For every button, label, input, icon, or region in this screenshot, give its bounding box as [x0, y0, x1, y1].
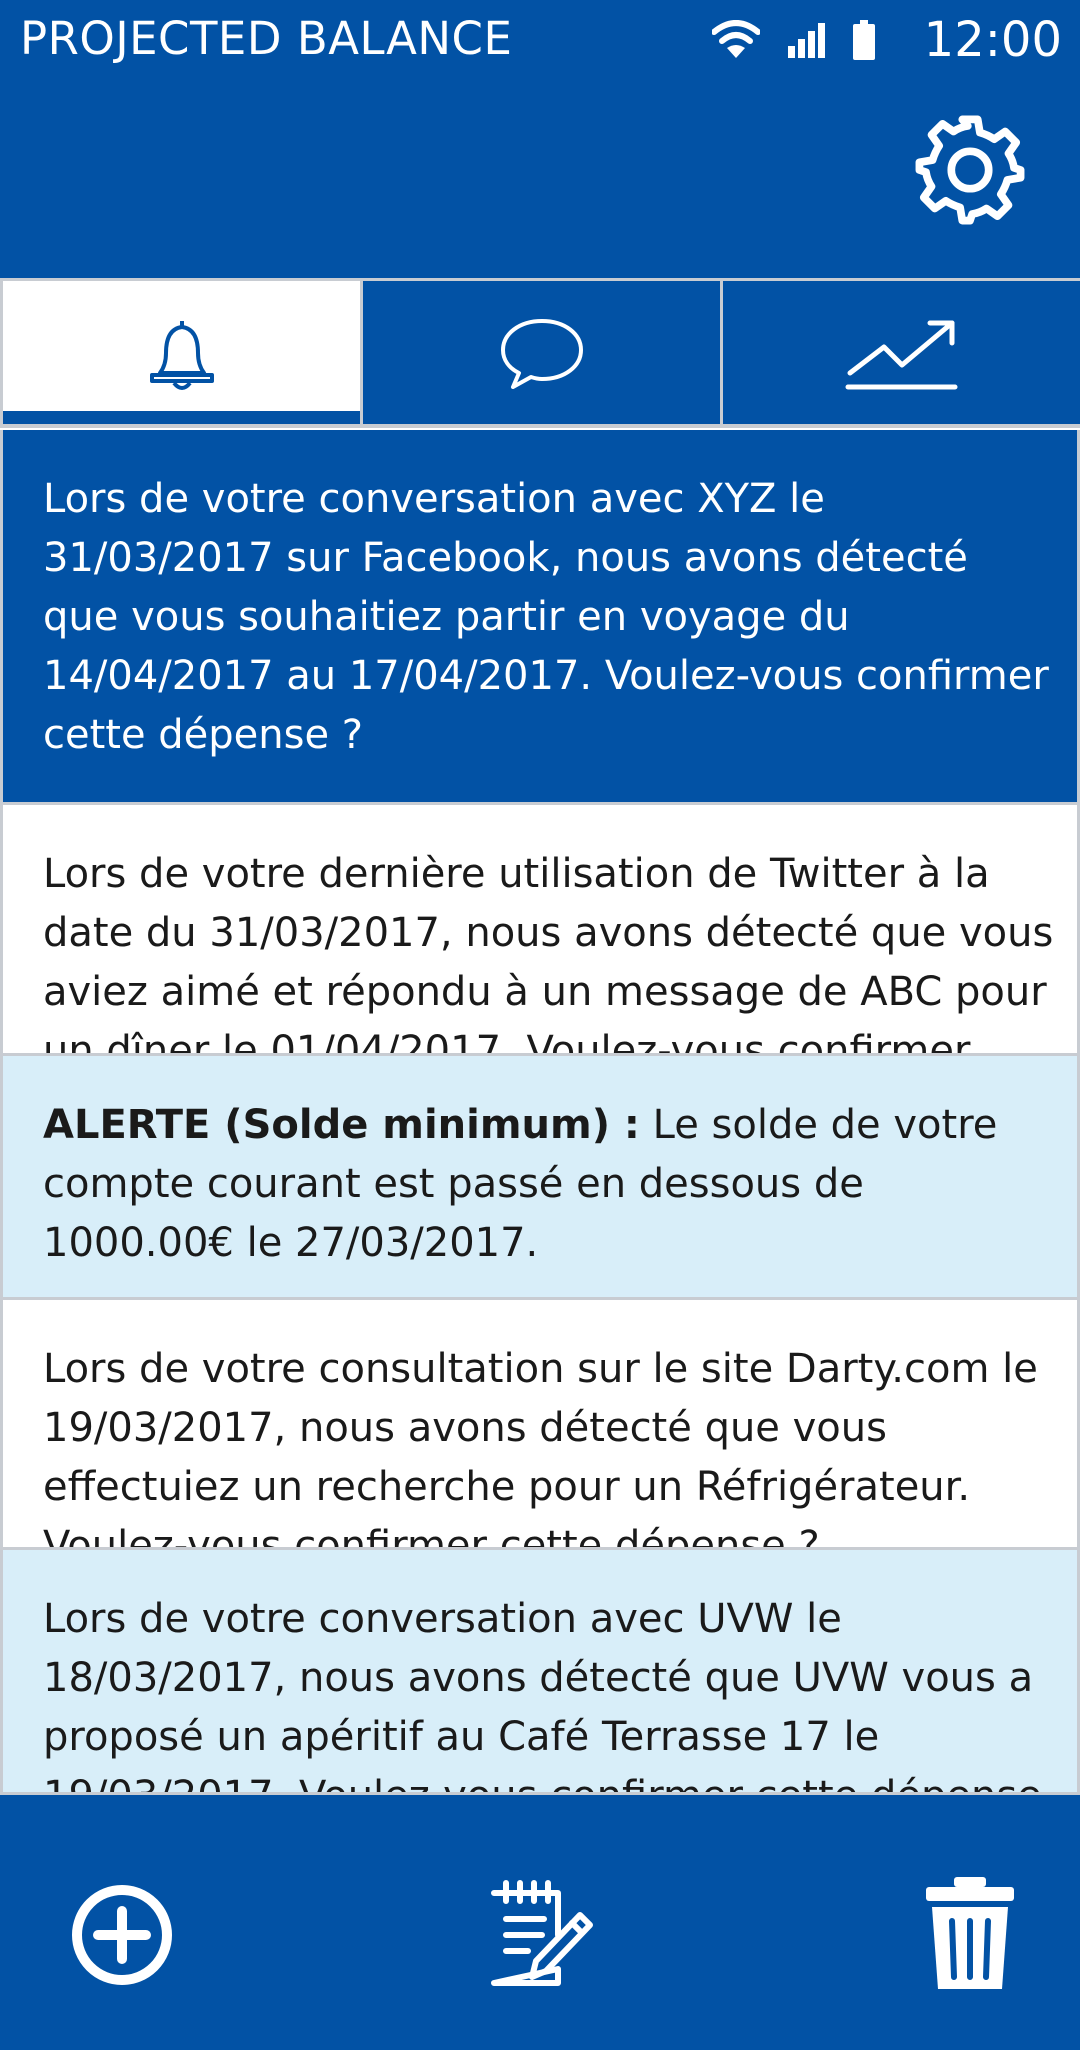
notification-card[interactable]: Lors de votre conversation avec UVW le 1… — [0, 1547, 1080, 1795]
bell-icon — [149, 320, 214, 390]
app-header: PROJECTED BALANCE 12:00 — [0, 0, 1080, 278]
gear-icon[interactable] — [915, 115, 1025, 225]
notification-card[interactable]: Lors de votre conversation avec XYZ le 3… — [0, 430, 1080, 805]
status-clock: 12:00 — [923, 12, 1062, 68]
tab-notifications[interactable] — [0, 281, 363, 424]
app-title: PROJECTED BALANCE — [20, 12, 513, 65]
tab-trends[interactable] — [723, 281, 1080, 424]
alert-card[interactable]: ALERTE (Solde minimum) : Le solde de vot… — [0, 1053, 1080, 1300]
notification-card[interactable]: Lors de votre dernière utilisation de Tw… — [0, 805, 1080, 1053]
notification-text: Lors de votre dernière utilisation de Tw… — [43, 851, 1054, 1053]
notification-text: Lors de votre consultation sur le site D… — [43, 1346, 1038, 1547]
notification-text: Lors de votre conversation avec UVW le 1… — [43, 1596, 1042, 1792]
trend-chart-icon — [845, 320, 958, 389]
status-bar: 12:00 — [711, 10, 1062, 70]
notification-text: Lors de votre conversation avec XYZ le 3… — [43, 476, 1049, 758]
edit-note-icon[interactable] — [482, 1875, 602, 1995]
bottom-action-bar — [0, 1795, 1080, 2050]
tab-conversations[interactable] — [363, 281, 723, 424]
add-circle-icon[interactable] — [62, 1875, 182, 1995]
notification-list: Lors de votre conversation avec XYZ le 3… — [0, 430, 1080, 1795]
battery-icon — [852, 20, 875, 60]
chat-bubble-icon — [500, 318, 583, 389]
signal-icon — [787, 23, 825, 58]
notification-card[interactable]: Lors de votre consultation sur le site D… — [0, 1300, 1080, 1547]
wifi-icon — [711, 20, 760, 58]
trash-icon[interactable] — [910, 1875, 1030, 1995]
tab-bar — [0, 278, 1080, 428]
alert-title: ALERTE (Solde minimum) : — [43, 1102, 640, 1148]
